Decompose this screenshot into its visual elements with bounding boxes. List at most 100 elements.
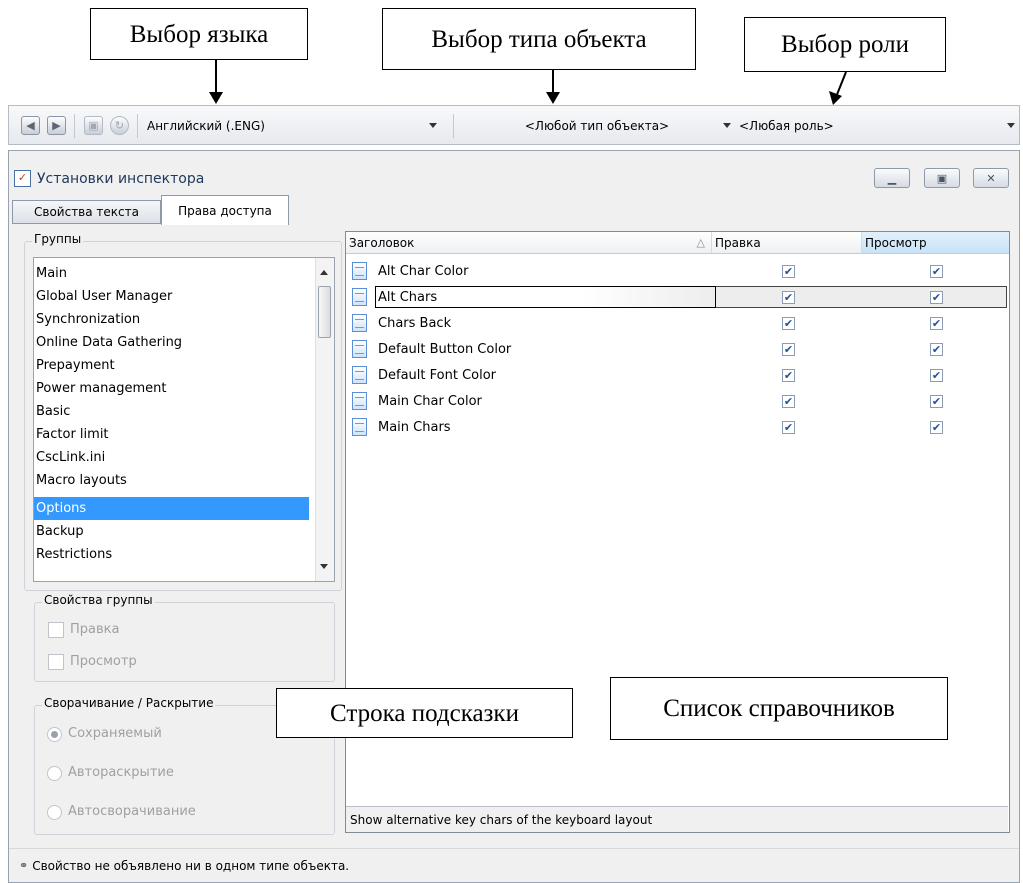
object-type-select-value: <Любой тип объекта> bbox=[524, 119, 670, 133]
table-row[interactable]: Chars Back ✔ ✔ bbox=[346, 310, 1009, 336]
view-checkbox[interactable]: ✔ bbox=[930, 265, 943, 278]
table-row[interactable]: Default Button Color ✔ ✔ bbox=[346, 336, 1009, 362]
list-item[interactable]: Online Data Gathering bbox=[34, 331, 309, 354]
table-row[interactable]: Alt Char Color ✔ ✔ bbox=[346, 258, 1009, 284]
edit-checkbox[interactable] bbox=[48, 622, 64, 638]
column-header-edit[interactable]: Правка bbox=[711, 232, 861, 254]
groups-scrollbar[interactable] bbox=[315, 258, 334, 581]
refresh-icon[interactable]: ↻ bbox=[110, 116, 129, 135]
hint-line: Show alternative key chars of the keyboa… bbox=[346, 806, 1008, 832]
arrow-role bbox=[835, 71, 847, 98]
view-checkbox[interactable]: ✔ bbox=[930, 395, 943, 408]
table-row-selected[interactable]: Alt Chars ✔ ✔ bbox=[346, 284, 1009, 310]
list-item[interactable]: Basic bbox=[34, 400, 309, 423]
window-title: ✓ Установки инспектора bbox=[14, 170, 204, 187]
view-checkbox[interactable]: ✔ bbox=[930, 421, 943, 434]
table-row[interactable]: Default Font Color ✔ ✔ bbox=[346, 362, 1009, 388]
tab-text-properties[interactable]: Свойства текста bbox=[12, 200, 161, 224]
group-properties-title: Свойства группы bbox=[42, 593, 155, 607]
edit-checkbox[interactable]: ✔ bbox=[782, 343, 795, 356]
list-item[interactable]: Synchronization bbox=[34, 308, 309, 331]
list-item[interactable]: Power management bbox=[34, 377, 309, 400]
list-item[interactable]: Prepayment bbox=[34, 354, 309, 377]
document-icon bbox=[352, 314, 367, 332]
window-title-text: Установки инспектора bbox=[37, 170, 205, 187]
status-text: Свойство не объявлено ни в одном типе об… bbox=[32, 858, 350, 873]
forward-arrow-icon[interactable]: ▶ bbox=[47, 116, 66, 135]
groups-list[interactable]: Main Global User Manager Synchronization… bbox=[33, 257, 335, 582]
row-name: Main Chars bbox=[378, 419, 451, 435]
row-name: Default Font Color bbox=[378, 367, 497, 383]
maximize-button[interactable]: ▣ bbox=[924, 168, 960, 188]
row-name: Alt Char Color bbox=[378, 263, 469, 279]
save-icon[interactable]: ▣ bbox=[84, 116, 103, 135]
list-item[interactable]: Main bbox=[34, 262, 309, 285]
role-select[interactable]: <Любая роль> bbox=[739, 115, 1019, 137]
column-header-view[interactable]: Просмотр bbox=[861, 232, 1009, 254]
document-icon bbox=[352, 418, 367, 436]
edit-checkbox[interactable]: ✔ bbox=[782, 265, 795, 278]
back-arrow-icon[interactable]: ◀ bbox=[21, 116, 40, 135]
document-icon bbox=[352, 392, 367, 410]
edit-checkbox[interactable]: ✔ bbox=[782, 317, 795, 330]
radio-auto-collapse-label: Автосворачивание bbox=[68, 804, 196, 819]
scroll-thumb[interactable] bbox=[318, 286, 331, 338]
role-select-value: <Любая роль> bbox=[739, 119, 834, 133]
edit-checkbox[interactable]: ✔ bbox=[782, 291, 795, 304]
radio-auto-expand-label: Автораскрытие bbox=[68, 765, 174, 780]
row-name: Alt Chars bbox=[378, 289, 438, 305]
row-name: Main Char Color bbox=[378, 393, 482, 409]
list-item-selected[interactable]: Options bbox=[34, 497, 309, 520]
close-button[interactable]: ✕ bbox=[973, 168, 1009, 188]
radio-auto-expand[interactable] bbox=[47, 766, 62, 781]
scroll-down-icon[interactable] bbox=[320, 564, 328, 569]
status-bar: ⚭ Свойство не объявлено ни в одном типе … bbox=[9, 848, 1019, 882]
chevron-down-icon bbox=[1007, 123, 1015, 128]
edit-checkbox[interactable]: ✔ bbox=[782, 421, 795, 434]
list-item[interactable]: CscLink.ini bbox=[34, 446, 309, 469]
edit-checkbox-label: Правка bbox=[70, 622, 120, 637]
object-type-select[interactable]: <Любой тип объекта> bbox=[459, 115, 735, 137]
row-name: Chars Back bbox=[378, 315, 452, 331]
list-item[interactable]: Factor limit bbox=[34, 423, 309, 446]
view-checkbox[interactable]: ✔ bbox=[930, 317, 943, 330]
edit-checkbox[interactable]: ✔ bbox=[782, 395, 795, 408]
reference-grid: Заголовок △ Правка Просмотр Alt Char Col… bbox=[345, 231, 1010, 833]
group-properties-groupbox bbox=[34, 602, 335, 682]
table-row[interactable]: Main Chars ✔ ✔ bbox=[346, 414, 1009, 440]
view-checkbox[interactable] bbox=[48, 654, 64, 670]
callout-reference-list: Список справочников bbox=[610, 677, 948, 740]
radio-preserve-label: Сохраняемый bbox=[68, 726, 162, 741]
tab-access-rights[interactable]: Права доступа bbox=[161, 195, 289, 225]
view-checkbox[interactable]: ✔ bbox=[930, 291, 943, 304]
chevron-down-icon bbox=[723, 123, 731, 128]
radio-preserve[interactable] bbox=[47, 727, 62, 742]
document-icon bbox=[352, 262, 367, 280]
language-select-value: Английский (.ENG) bbox=[147, 119, 265, 133]
minimize-button[interactable]: ▁ bbox=[874, 168, 910, 188]
link-icon: ⚭ bbox=[19, 859, 29, 872]
edit-checkbox[interactable]: ✔ bbox=[782, 369, 795, 382]
list-item[interactable]: Global User Manager bbox=[34, 285, 309, 308]
table-row[interactable]: Main Char Color ✔ ✔ bbox=[346, 388, 1009, 414]
collapse-title: Сворачивание / Раскрытие bbox=[42, 696, 216, 710]
row-name: Default Button Color bbox=[378, 341, 512, 357]
document-icon bbox=[352, 340, 367, 358]
list-item[interactable]: Backup bbox=[34, 520, 309, 543]
column-header-title[interactable]: Заголовок △ bbox=[346, 232, 711, 254]
radio-auto-collapse[interactable] bbox=[47, 805, 62, 820]
document-icon bbox=[352, 288, 367, 306]
groups-title: Группы bbox=[32, 232, 84, 246]
view-checkbox[interactable]: ✔ bbox=[930, 369, 943, 382]
view-checkbox[interactable]: ✔ bbox=[930, 343, 943, 356]
language-select[interactable]: Английский (.ENG) bbox=[145, 115, 441, 137]
sort-ascending-icon: △ bbox=[696, 236, 705, 249]
callout-hint-line: Строка подсказки bbox=[276, 688, 573, 738]
list-item[interactable]: Macro layouts bbox=[34, 469, 309, 492]
scroll-up-icon[interactable] bbox=[320, 270, 328, 275]
column-header-title-text: Заголовок bbox=[349, 235, 415, 250]
chevron-down-icon bbox=[429, 123, 437, 128]
row-focus-outline-right bbox=[716, 286, 1007, 308]
list-item[interactable]: Restrictions bbox=[34, 543, 309, 566]
settings-checkbox-icon: ✓ bbox=[14, 170, 31, 187]
